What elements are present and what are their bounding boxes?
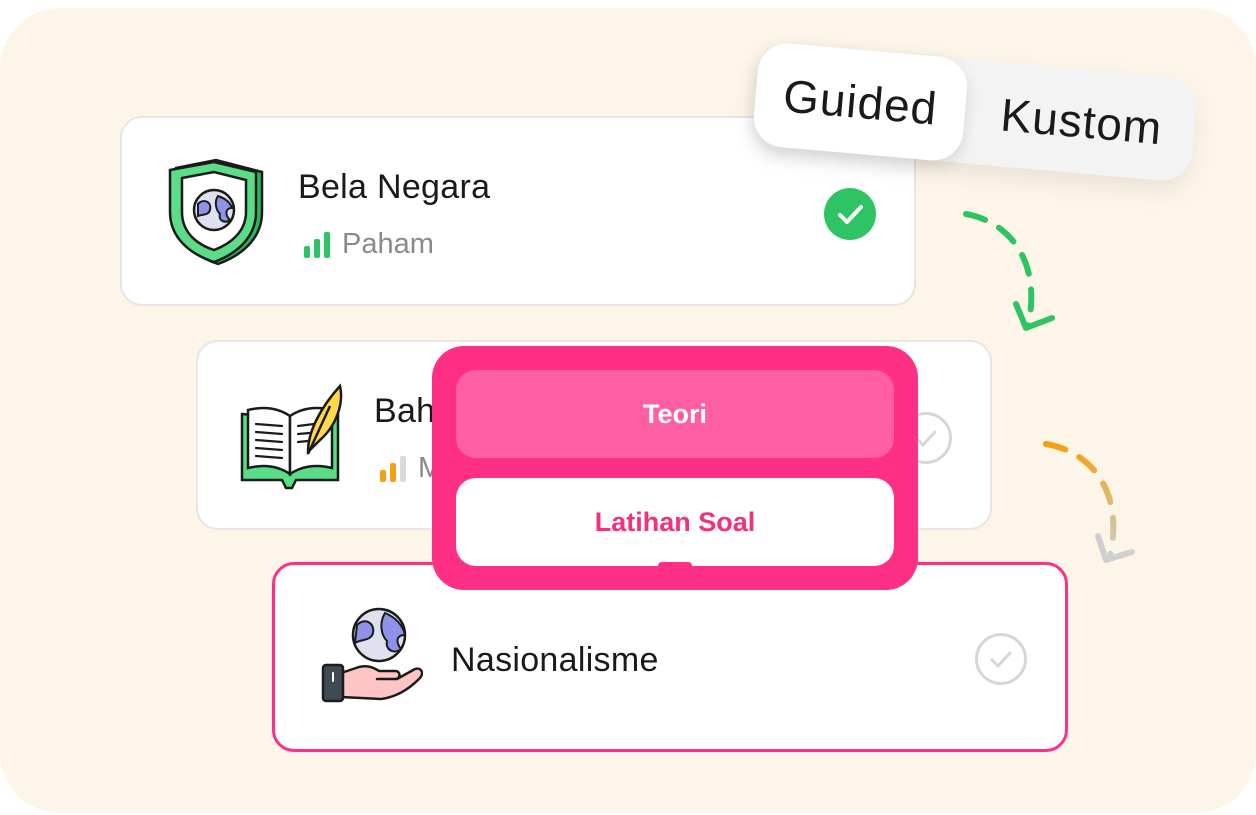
toggle-option-kustom[interactable]: Kustom [972, 60, 1190, 182]
topic-card-nasionalisme[interactable]: Nasionalisme [272, 562, 1068, 752]
topic-level-label: Paham [342, 228, 434, 260]
teori-button[interactable]: Teori [456, 370, 894, 458]
shield-globe-icon [168, 158, 264, 266]
arrow-down-orange-icon [1043, 441, 1135, 563]
topic-title: Nasionalisme [451, 641, 659, 679]
hand-globe-icon [321, 607, 423, 703]
topic-title: Bela Negara [298, 168, 491, 206]
level-bars-icon [380, 455, 406, 482]
incomplete-check-icon [975, 633, 1027, 685]
completed-check-icon [824, 188, 876, 240]
topic-level: Paham [304, 228, 434, 261]
level-bars-icon [304, 231, 330, 258]
toggle-option-guided[interactable]: Guided [751, 41, 970, 163]
study-mode-popup: Teori Latihan Soal [432, 346, 918, 590]
canvas-background: Bela Negara Paham M Nasionalisme Teori L… [0, 8, 1256, 813]
arrow-down-green-icon [963, 211, 1055, 331]
book-quill-icon [240, 383, 343, 490]
popup-pointer [658, 562, 692, 570]
latihan-soal-button[interactable]: Latihan Soal [456, 478, 894, 566]
